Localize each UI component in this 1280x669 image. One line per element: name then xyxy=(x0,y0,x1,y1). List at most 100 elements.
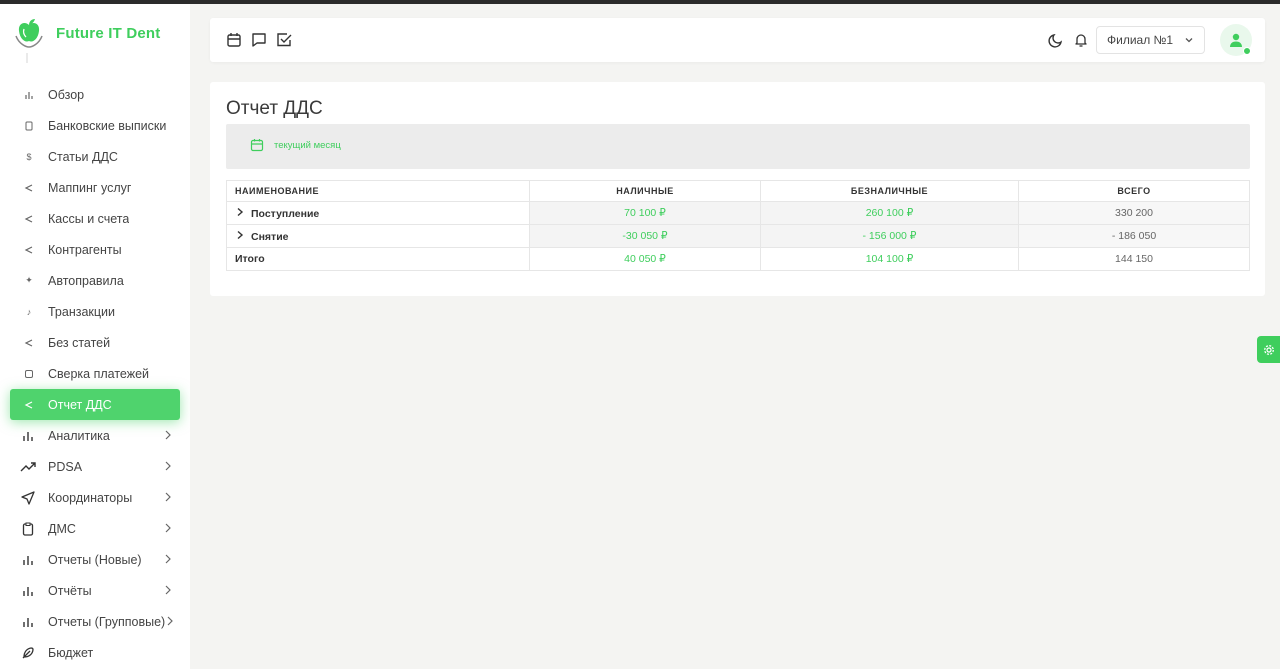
chevron-right-icon xyxy=(165,585,171,595)
sidebar-item-bank-statements[interactable]: Банковские выписки xyxy=(10,110,180,141)
sidebar-item-dds-report[interactable]: Отчет ДДС xyxy=(10,389,180,420)
user-icon xyxy=(1230,33,1242,47)
total-cell: - 186 050 xyxy=(1018,224,1250,248)
sidebar-item-budget[interactable]: Бюджет xyxy=(10,637,180,668)
sidebar-item-service-mapping[interactable]: Маппинг услуг xyxy=(10,172,180,203)
column-header-noncash[interactable]: БЕЗНАЛИЧНЫЕ xyxy=(760,180,1019,202)
row-name-cell: Итого xyxy=(226,247,530,271)
apple-logo-icon xyxy=(12,16,46,50)
cash-cell: 40 050 ₽ xyxy=(529,247,761,271)
sidebar-item-label: Отчёты xyxy=(48,583,92,598)
sidebar-item-label: Автоправила xyxy=(48,273,124,288)
sidebar-item-analytics[interactable]: Аналитика xyxy=(10,420,180,451)
moon-icon[interactable] xyxy=(1048,32,1064,48)
column-header-cash[interactable]: НАЛИЧНЫЕ xyxy=(529,180,761,202)
chat-icon[interactable] xyxy=(251,32,267,48)
noncash-cell: 104 100 ₽ xyxy=(760,247,1019,271)
chevron-right-icon xyxy=(165,430,171,440)
table-row-income[interactable]: Поступление 70 100 ₽ 260 100 ₽ 330 200 xyxy=(226,201,1250,225)
calendar-icon xyxy=(250,139,264,152)
chevron-down-icon xyxy=(1185,38,1193,43)
document-icon xyxy=(22,119,36,133)
sidebar-item-cash-accounts[interactable]: Кассы и счета xyxy=(10,203,180,234)
total-cell: 330 200 xyxy=(1018,201,1250,225)
share-icon xyxy=(22,336,36,350)
share-icon xyxy=(22,212,36,226)
chevron-right-icon[interactable] xyxy=(235,230,245,240)
sidebar-item-reports[interactable]: Отчёты xyxy=(10,575,180,606)
sidebar-item-label: Кассы и счета xyxy=(48,211,130,226)
sidebar-item-reports-new[interactable]: Отчеты (Новые) xyxy=(10,544,180,575)
sidebar-item-label: ДМС xyxy=(48,521,76,536)
sidebar-item-label: Маппинг услуг xyxy=(48,180,132,195)
sidebar-item-overview[interactable]: Обзор xyxy=(10,79,180,110)
branch-select[interactable]: Филиал №1 xyxy=(1096,26,1205,54)
trending-up-icon xyxy=(20,459,36,475)
noncash-cell: - 156 000 ₽ xyxy=(760,224,1019,248)
sidebar-item-dds-articles[interactable]: $ Статьи ДДС xyxy=(10,141,180,172)
window-top-border xyxy=(0,0,1280,4)
checkbox-icon[interactable] xyxy=(276,32,292,48)
sidebar-item-dms[interactable]: ДМС xyxy=(10,513,180,544)
table-row-withdrawal[interactable]: Снятие -30 050 ₽ - 156 000 ₽ - 186 050 xyxy=(226,224,1250,248)
table-header-row: НАИМЕНОВАНИЕ НАЛИЧНЫЕ БЕЗНАЛИЧНЫЕ ВСЕГО xyxy=(226,180,1250,202)
filter-bar: текущий месяц xyxy=(226,124,1250,169)
chevron-right-icon xyxy=(165,492,171,502)
brand[interactable]: Future IT Dent xyxy=(12,16,160,50)
cash-cell: -30 050 ₽ xyxy=(529,224,761,248)
send-icon xyxy=(20,490,36,506)
sidebar-item-payment-reconciliation[interactable]: Сверка платежей xyxy=(10,358,180,389)
sidebar-item-label: Статьи ДДС xyxy=(48,149,118,164)
bar-chart-icon xyxy=(20,614,36,630)
sidebar-item-counterparties[interactable]: Контрагенты xyxy=(10,234,180,265)
calendar-icon[interactable] xyxy=(226,32,242,48)
report-card: Отчет ДДС текущий месяц НАИМЕНОВАНИЕ НАЛ… xyxy=(210,82,1265,296)
column-header-total[interactable]: ВСЕГО xyxy=(1018,180,1250,202)
chevron-right-icon xyxy=(165,523,171,533)
sidebar-item-label: PDSA xyxy=(48,459,83,474)
sparkle-icon: ✦ xyxy=(25,275,33,285)
share-icon xyxy=(22,181,36,195)
page-title: Отчет ДДС xyxy=(226,98,323,119)
sidebar-item-transactions[interactable]: ♪ Транзакции xyxy=(10,296,180,327)
bar-chart-icon xyxy=(20,552,36,568)
share-icon xyxy=(22,398,36,412)
sidebar-item-autorules[interactable]: ✦ Автоправила xyxy=(10,265,180,296)
total-cell: 144 150 xyxy=(1018,247,1250,271)
avatar[interactable] xyxy=(1220,24,1252,56)
feather-icon xyxy=(20,645,36,661)
sidebar-item-label: Координаторы xyxy=(48,490,133,505)
sidebar-item-pdsa[interactable]: PDSA xyxy=(10,451,180,482)
brand-name: Future IT Dent xyxy=(56,24,161,42)
bar-chart-icon xyxy=(20,583,36,599)
chevron-right-icon xyxy=(167,616,173,626)
chevron-right-icon xyxy=(165,554,171,564)
bell-icon[interactable] xyxy=(1073,32,1089,48)
sidebar-item-label: Бюджет xyxy=(48,645,94,660)
sidebar-item-no-articles[interactable]: Без статей xyxy=(10,327,180,358)
online-status-dot xyxy=(1243,47,1251,55)
row-name-cell[interactable]: Поступление xyxy=(226,201,530,225)
music-note-icon: ♪ xyxy=(26,306,32,317)
chart-icon xyxy=(22,88,36,102)
gear-icon xyxy=(1263,344,1274,355)
sidebar-item-coordinators[interactable]: Координаторы xyxy=(10,482,180,513)
sidebar-nav: Обзор Банковские выписки $ Статьи ДДС Ма… xyxy=(10,79,180,668)
settings-side-tab[interactable] xyxy=(1257,336,1280,363)
chevron-right-icon[interactable] xyxy=(235,207,245,217)
sidebar-item-label: Отчеты (Групповые) xyxy=(48,614,166,629)
row-name-label: Поступление xyxy=(251,207,320,220)
scrolled-nav-item-fragment xyxy=(22,52,172,66)
sidebar-item-reports-group[interactable]: Отчеты (Групповые) xyxy=(10,606,180,637)
cash-cell: 70 100 ₽ xyxy=(529,201,761,225)
noncash-cell: 260 100 ₽ xyxy=(760,201,1019,225)
sidebar-item-label: Транзакции xyxy=(48,304,116,319)
clipboard-icon xyxy=(20,521,36,537)
row-name-cell[interactable]: Снятие xyxy=(226,224,530,248)
column-header-name[interactable]: НАИМЕНОВАНИЕ xyxy=(226,180,530,202)
row-name-label: Снятие xyxy=(251,230,289,243)
sidebar-item-label: Отчеты (Новые) xyxy=(48,552,142,567)
sidebar-item-label: Банковские выписки xyxy=(48,118,167,133)
bar-chart-icon xyxy=(20,428,36,444)
period-filter[interactable]: текущий месяц xyxy=(250,138,341,152)
